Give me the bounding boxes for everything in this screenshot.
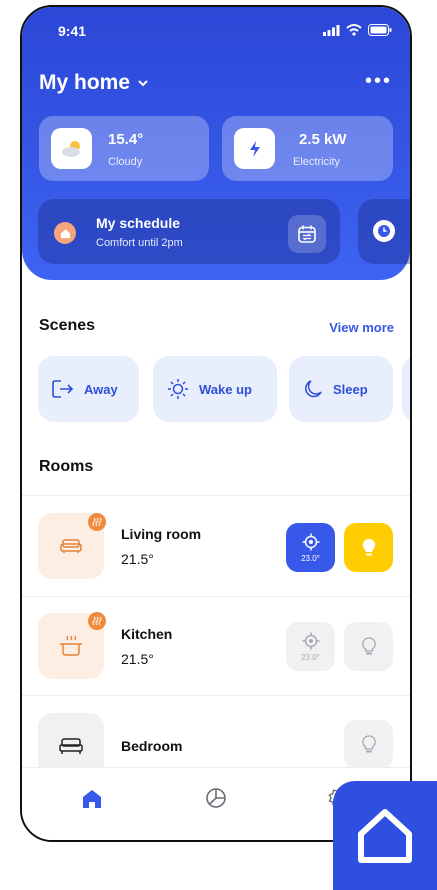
wifi-icon — [346, 24, 362, 36]
calendar-icon[interactable] — [288, 215, 326, 253]
clock-icon — [373, 220, 395, 242]
room-name: Bedroom — [121, 738, 183, 754]
moon-icon — [305, 380, 322, 398]
pot-icon — [60, 635, 82, 656]
scene-wake-up[interactable]: Wake up — [153, 356, 277, 422]
heating-badge-icon — [88, 612, 106, 630]
schedule-subtitle: Comfort until 2pm — [96, 237, 183, 249]
app-logo-icon — [333, 781, 437, 890]
electricity-label: Electricity — [293, 156, 341, 168]
room-temp: 21.5° — [121, 551, 154, 567]
room-name: Kitchen — [121, 626, 173, 642]
status-icons — [323, 24, 392, 36]
room-name: Living room — [121, 526, 202, 542]
living-room-thermostat-button[interactable]: 23.0° — [286, 523, 335, 572]
thermostat-icon — [302, 632, 319, 649]
kitchen-light-button[interactable] — [344, 622, 393, 671]
lightning-icon — [234, 128, 275, 169]
living-room-light-button[interactable] — [344, 523, 393, 572]
light-bulb-icon — [362, 538, 375, 555]
divider — [22, 495, 410, 496]
sun-icon — [168, 379, 188, 399]
page-title: My home — [39, 71, 131, 94]
view-more-link[interactable]: View more — [329, 320, 394, 335]
schedule-title: My schedule — [96, 215, 181, 231]
room-temp: 21.5° — [121, 651, 154, 667]
status-time: 9:41 — [58, 23, 87, 39]
bedroom-light-button[interactable] — [344, 720, 393, 769]
status-bar: 9:41 — [22, 7, 410, 47]
home-schedule-icon — [54, 222, 76, 244]
scene-away[interactable]: Away — [38, 356, 139, 422]
home-selector[interactable]: My home — [39, 71, 148, 95]
electricity-value: 2.5 kW — [299, 131, 347, 148]
scene-label: Sleep — [333, 381, 368, 397]
chevron-down-icon — [138, 79, 148, 86]
weather-temp: 15.4° — [108, 131, 144, 148]
electricity-card[interactable]: 2.5 kW Electricity — [222, 116, 393, 181]
thermostat-value: 23.0° — [301, 652, 320, 662]
kitchen-thermostat-button[interactable]: 23.0° — [286, 622, 335, 671]
rooms-heading: Rooms — [39, 458, 94, 475]
scene-next[interactable] — [402, 356, 410, 422]
battery-icon — [368, 24, 392, 36]
home-icon[interactable] — [81, 788, 103, 810]
scenes-heading: Scenes — [39, 317, 96, 334]
sofa-icon — [60, 539, 82, 553]
weather-card[interactable]: 15.4° Cloudy — [39, 116, 209, 181]
scene-sleep[interactable]: Sleep — [289, 356, 393, 422]
bed-icon — [59, 738, 83, 754]
chart-icon[interactable] — [205, 787, 227, 809]
light-bulb-icon — [361, 636, 376, 654]
cloudy-icon — [51, 128, 92, 169]
phone-frame: 9:41 My home ••• 15.4° Cloudy 2.5 kW Ele… — [20, 5, 412, 842]
heating-badge-icon — [88, 513, 106, 531]
thermostat-value: 23.0° — [301, 553, 320, 563]
scene-label: Wake up — [199, 381, 252, 397]
schedule-card[interactable]: My schedule Comfort until 2pm — [38, 199, 340, 264]
away-icon — [52, 380, 74, 398]
light-bulb-icon — [361, 734, 376, 752]
schedule-card-next[interactable] — [358, 199, 410, 264]
divider — [22, 596, 410, 597]
more-menu-icon[interactable]: ••• — [365, 70, 392, 93]
signal-icon — [323, 24, 340, 36]
divider — [22, 695, 410, 696]
scene-label: Away — [84, 381, 118, 397]
thermostat-icon — [302, 533, 319, 550]
weather-label: Cloudy — [108, 156, 143, 168]
